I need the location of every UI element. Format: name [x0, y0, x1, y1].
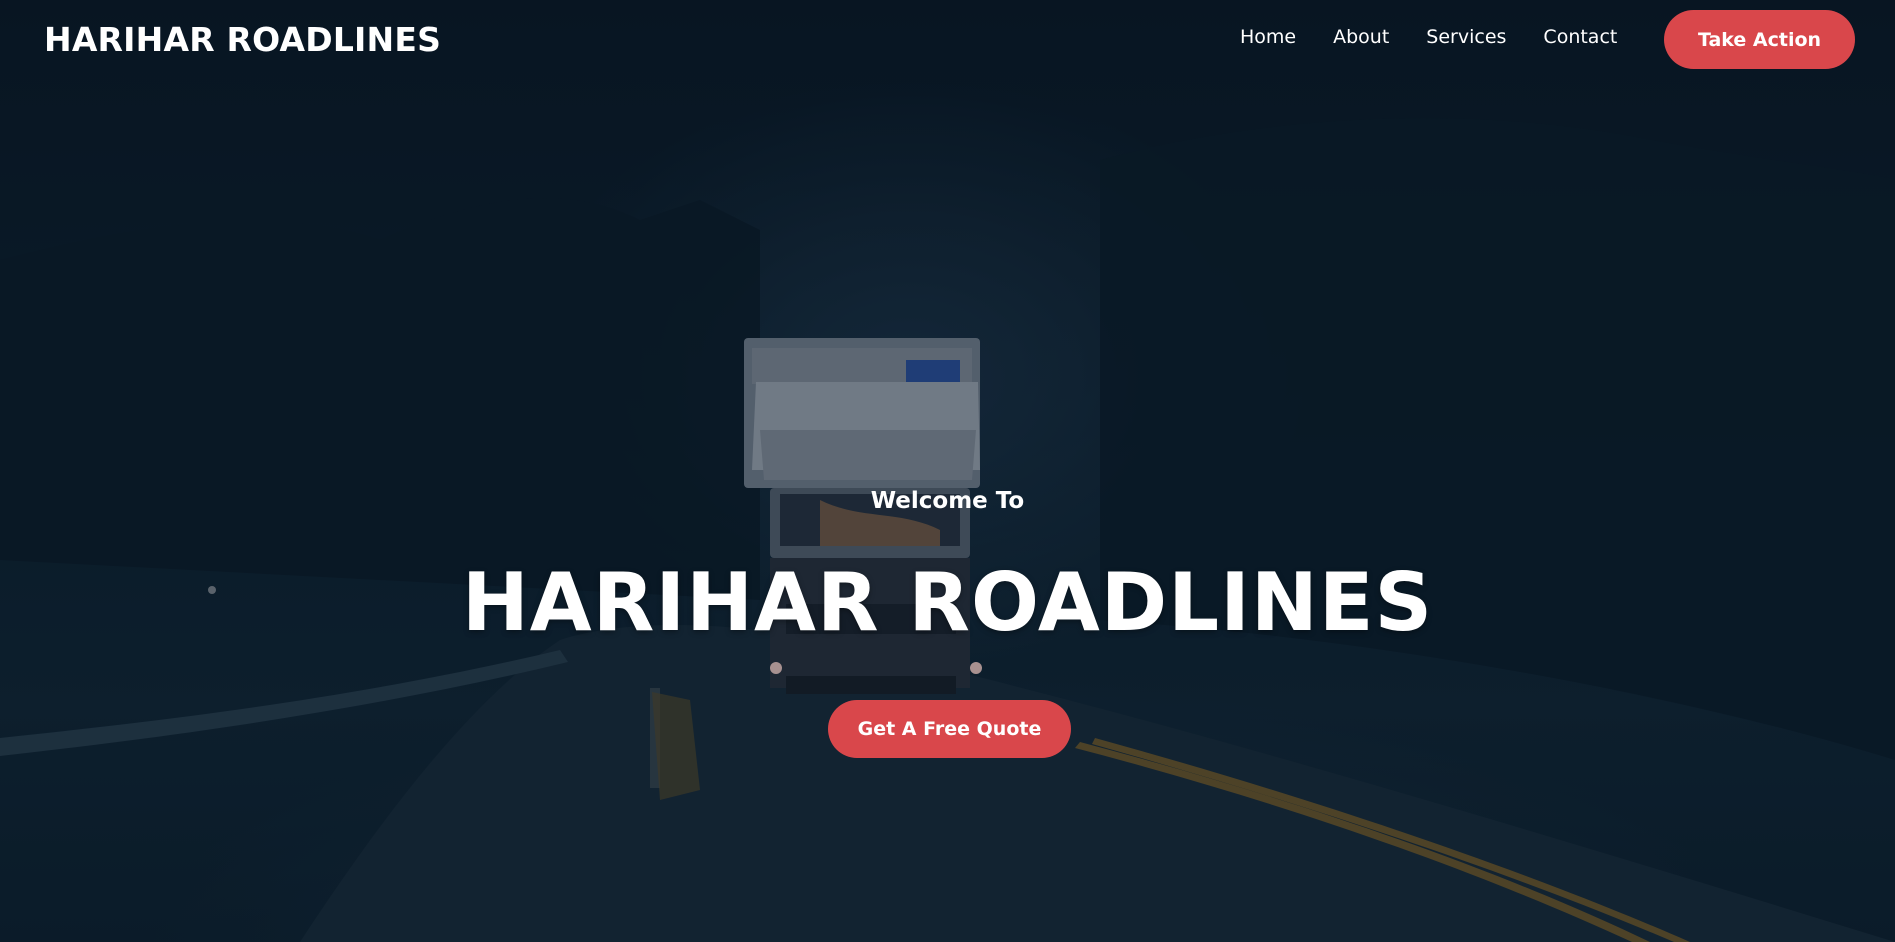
take-action-button[interactable]: Take Action	[1664, 10, 1855, 69]
nav-link-services[interactable]: Services	[1426, 26, 1506, 48]
brand-logo[interactable]: HARIHAR ROADLINES	[44, 20, 441, 59]
get-free-quote-button[interactable]: Get A Free Quote	[828, 700, 1071, 758]
hero-title: HARIHAR ROADLINES	[461, 556, 1434, 649]
dark-overlay	[0, 0, 1895, 942]
nav-link-about[interactable]: About	[1333, 26, 1389, 48]
nav-link-home[interactable]: Home	[1240, 26, 1296, 48]
hero-kicker: Welcome To	[870, 488, 1025, 514]
nav-link-contact[interactable]: Contact	[1543, 26, 1617, 48]
main-nav: Home About Services Contact	[1240, 26, 1654, 48]
top-navbar: HARIHAR ROADLINES Home About Services Co…	[0, 0, 1895, 80]
hero-background	[0, 0, 1895, 942]
